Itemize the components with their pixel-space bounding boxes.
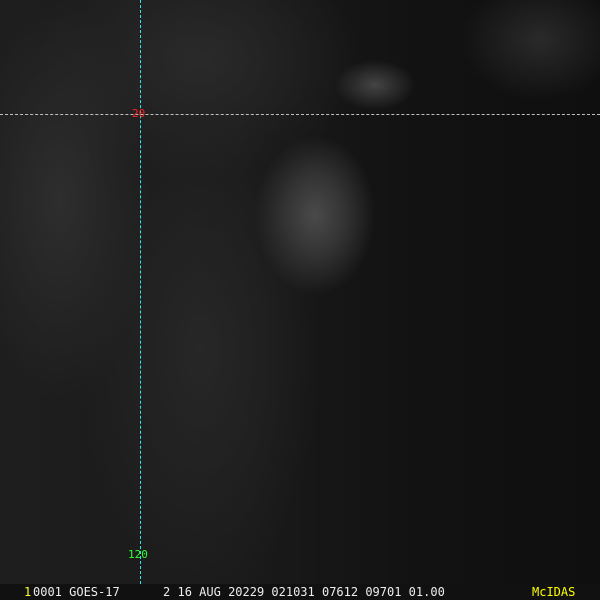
latitude-label: 20 [132,107,146,120]
longitude-line [140,0,141,584]
image-info: 0001 GOES-17 2 16 AUG 20229 021031 07612… [33,585,445,599]
satellite-image: 20 120 1 0001 GOES-17 2 16 AUG 20229 021… [0,0,600,600]
info-bar: 1 0001 GOES-17 2 16 AUG 20229 021031 076… [0,584,600,600]
frame-number: 1 [24,585,32,599]
mcidas-brand: McIDAS [532,585,576,599]
longitude-label: 120 [128,548,148,561]
latitude-line [0,114,600,115]
